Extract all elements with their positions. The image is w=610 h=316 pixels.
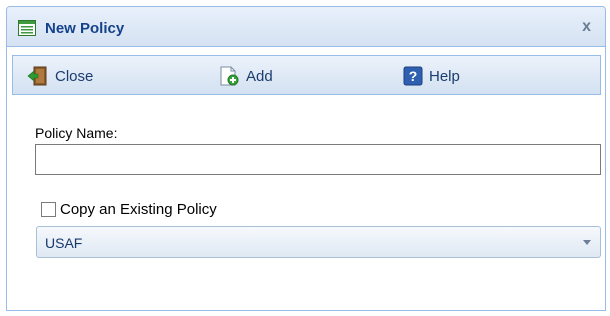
help-icon: ?: [403, 66, 423, 86]
copy-existing-policy-label[interactable]: Copy an Existing Policy: [60, 201, 217, 218]
add-button[interactable]: Add: [218, 65, 273, 87]
dialog-close-x-icon[interactable]: x: [582, 18, 591, 36]
dialog-titlebar[interactable]: New Policy x: [7, 7, 605, 47]
form-window-icon: [18, 20, 36, 36]
dialog-title: New Policy: [45, 20, 125, 37]
svg-text:?: ?: [409, 68, 418, 84]
new-policy-dialog: New Policy x Close Add ? Help Policy Nam…: [6, 6, 606, 311]
policy-name-label: Policy Name:: [35, 125, 118, 141]
chevron-down-icon[interactable]: [583, 240, 591, 245]
close-button[interactable]: Close: [27, 65, 93, 87]
policy-name-input[interactable]: [35, 144, 601, 175]
dialog-toolbar: Close Add ? Help: [12, 55, 601, 95]
copy-existing-policy-checkbox[interactable]: [41, 202, 56, 217]
help-button[interactable]: ? Help: [403, 65, 460, 87]
existing-policy-select[interactable]: USAF: [36, 226, 601, 258]
copy-existing-policy-row[interactable]: Copy an Existing Policy: [41, 201, 217, 218]
add-document-icon: [220, 66, 239, 86]
close-button-label: Close: [55, 67, 94, 85]
help-button-label: Help: [429, 67, 460, 85]
door-exit-icon: [27, 66, 47, 86]
add-button-label: Add: [246, 67, 273, 85]
existing-policy-selected-value: USAF: [45, 235, 83, 251]
